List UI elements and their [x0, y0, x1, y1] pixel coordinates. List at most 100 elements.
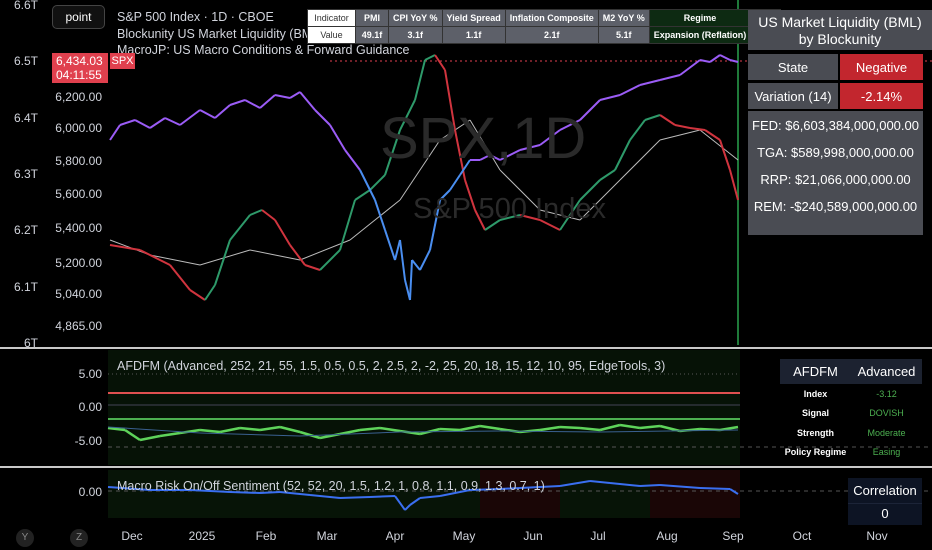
- liquidity-line: [414, 59, 426, 101]
- spx-axis-label: 6,200.00: [55, 90, 102, 104]
- macro-risk-legend[interactable]: Macro Risk On/Off Sentiment (52, 52, 20,…: [117, 479, 545, 493]
- afdfm-line: [559, 425, 581, 430]
- rrp-value: RRP: $21,066,000,000.00: [760, 172, 911, 187]
- macro-header: Indicator: [307, 9, 356, 27]
- spx-line: [109, 124, 121, 141]
- spx-axis-label: 4,865.00: [55, 319, 102, 333]
- spx-line: [679, 59, 701, 76]
- fed-value: FED: $6,603,384,000,000.00: [752, 118, 919, 133]
- correlation-box: Correlation 0: [848, 478, 922, 525]
- spx-line: [344, 149, 361, 171]
- x-axis-label: Dec: [121, 529, 143, 543]
- bml-legend[interactable]: Blockunity US Market Liquidity (BML): [117, 27, 323, 41]
- liquidity-axis-label: 6.6T: [13, 0, 38, 12]
- spx-line: [399, 239, 406, 281]
- afdfm-row: Strength Moderate: [780, 423, 922, 443]
- liquidity-axis-label: 6.5T: [13, 54, 38, 68]
- state-value: Negative: [840, 54, 923, 80]
- macrojp-legend[interactable]: MacroJP: US Macro Conditions & Forward G…: [117, 43, 409, 57]
- afdfm-row-label: Signal: [801, 408, 829, 419]
- macro-value: 1.1f: [441, 26, 506, 44]
- bar-countdown: 04:11:55: [56, 68, 102, 82]
- macro-header: PMI: [355, 9, 389, 27]
- x-axis-label: Jun: [523, 529, 543, 543]
- spx-line: [179, 109, 201, 126]
- macro-risk-line: [339, 496, 371, 499]
- liquidity-line: [644, 114, 661, 121]
- afdfm-title: AFDFM: [780, 359, 851, 384]
- afdfm-axis-label: 0.00: [78, 400, 102, 414]
- spx-line: [244, 99, 261, 109]
- spx-axis-label: 5,800.00: [55, 154, 102, 168]
- x-axis-label: May: [452, 529, 476, 543]
- liquidity-line: [424, 54, 436, 61]
- afdfm-table: AFDFM Advanced Index -3.12 Signal DOVISH Stre…: [780, 359, 922, 462]
- macro-risk-line: [369, 495, 396, 498]
- macro-axis-label: 0.00: [78, 485, 102, 499]
- spx-line: [134, 119, 151, 129]
- liquidity-line: [689, 127, 706, 131]
- liquidity-line: [659, 114, 676, 126]
- x-axis-label: Aug: [656, 529, 678, 543]
- watermark-name: S&P 500 Index: [413, 193, 606, 225]
- auto-scale-button[interactable]: Z: [70, 529, 88, 547]
- liquidity-line: [729, 169, 739, 201]
- x-axis-label: Jul: [590, 529, 606, 543]
- x-axis-label: Nov: [866, 529, 888, 543]
- afdfm-row-value: Moderate: [867, 427, 906, 438]
- spx-line: [259, 94, 276, 109]
- spx-line: [639, 79, 661, 86]
- spx-axis-label: 5,040.00: [55, 287, 102, 301]
- spx-line: [374, 199, 386, 231]
- x-axis-label: Sep: [722, 529, 744, 543]
- liquidity-ma-line: [149, 254, 201, 266]
- macro-value: 3.1f: [388, 26, 443, 44]
- liquidity-axis-label: 6.3T: [13, 167, 38, 181]
- macro-header: CPI YoY %: [388, 9, 443, 27]
- symbol-legend[interactable]: S&P 500 Index · 1D · CBOE: [117, 10, 274, 24]
- variation-label: Variation (14): [748, 83, 838, 109]
- liquidity-line: [249, 209, 263, 216]
- macro-value: 2.1f: [504, 26, 599, 44]
- liquidity-line: [674, 124, 691, 129]
- spx-line: [119, 119, 136, 126]
- macro-value: Expansion (Reflation): [648, 26, 752, 44]
- log-scale-button[interactable]: Y: [16, 529, 34, 547]
- liquidity-line: [719, 139, 731, 171]
- spx-line: [229, 99, 246, 106]
- liquidity-line: [599, 169, 616, 181]
- liquidity-line: [319, 249, 341, 271]
- x-axis-label: Oct: [792, 529, 812, 543]
- liquidity-line: [214, 239, 231, 286]
- afdfm-row: Index -3.12: [780, 384, 922, 404]
- bml-header: US Market Liquidity (BML) by Blockunity: [748, 10, 932, 50]
- spx-line: [329, 124, 346, 151]
- symbol-tag: SPX: [110, 53, 135, 69]
- liquidity-line: [339, 199, 356, 251]
- liquidity-ma-line: [349, 199, 401, 241]
- spx-line: [449, 174, 461, 191]
- spx-axis-label: 6,000.00: [55, 121, 102, 135]
- spx-line: [419, 249, 431, 271]
- liquidity-line: [304, 264, 321, 271]
- macro-risk-line: [639, 484, 661, 487]
- spx-line: [149, 117, 166, 129]
- afdfm-row: Policy Regime Easing: [780, 443, 922, 463]
- liquidity-line: [139, 249, 171, 266]
- bml-subtitle: by Blockunity: [798, 31, 882, 47]
- afdfm-row-label: Policy Regime: [784, 447, 847, 458]
- liquidity-breakdown: FED: $6,603,384,000,000.00 TGA: $589,998,…: [748, 111, 923, 235]
- pane-divider[interactable]: [0, 347, 932, 349]
- pane-divider[interactable]: [0, 466, 932, 468]
- interval-button[interactable]: point: [52, 5, 105, 29]
- spx-line: [719, 54, 731, 61]
- tga-value: TGA: $589,998,000,000.00: [757, 145, 914, 160]
- liquidity-line: [629, 119, 646, 141]
- liquidity-ma-line: [699, 129, 739, 161]
- rem-value: REM: -$240,589,000,000.00: [753, 199, 918, 214]
- liquidity-line: [261, 209, 276, 221]
- spx-line: [411, 259, 421, 271]
- last-price: 6,434.03: [56, 54, 103, 68]
- x-axis-label: Apr: [385, 529, 405, 543]
- afdfm-legend[interactable]: AFDFM (Advanced, 252, 21, 55, 1.5, 0.5, …: [117, 359, 665, 373]
